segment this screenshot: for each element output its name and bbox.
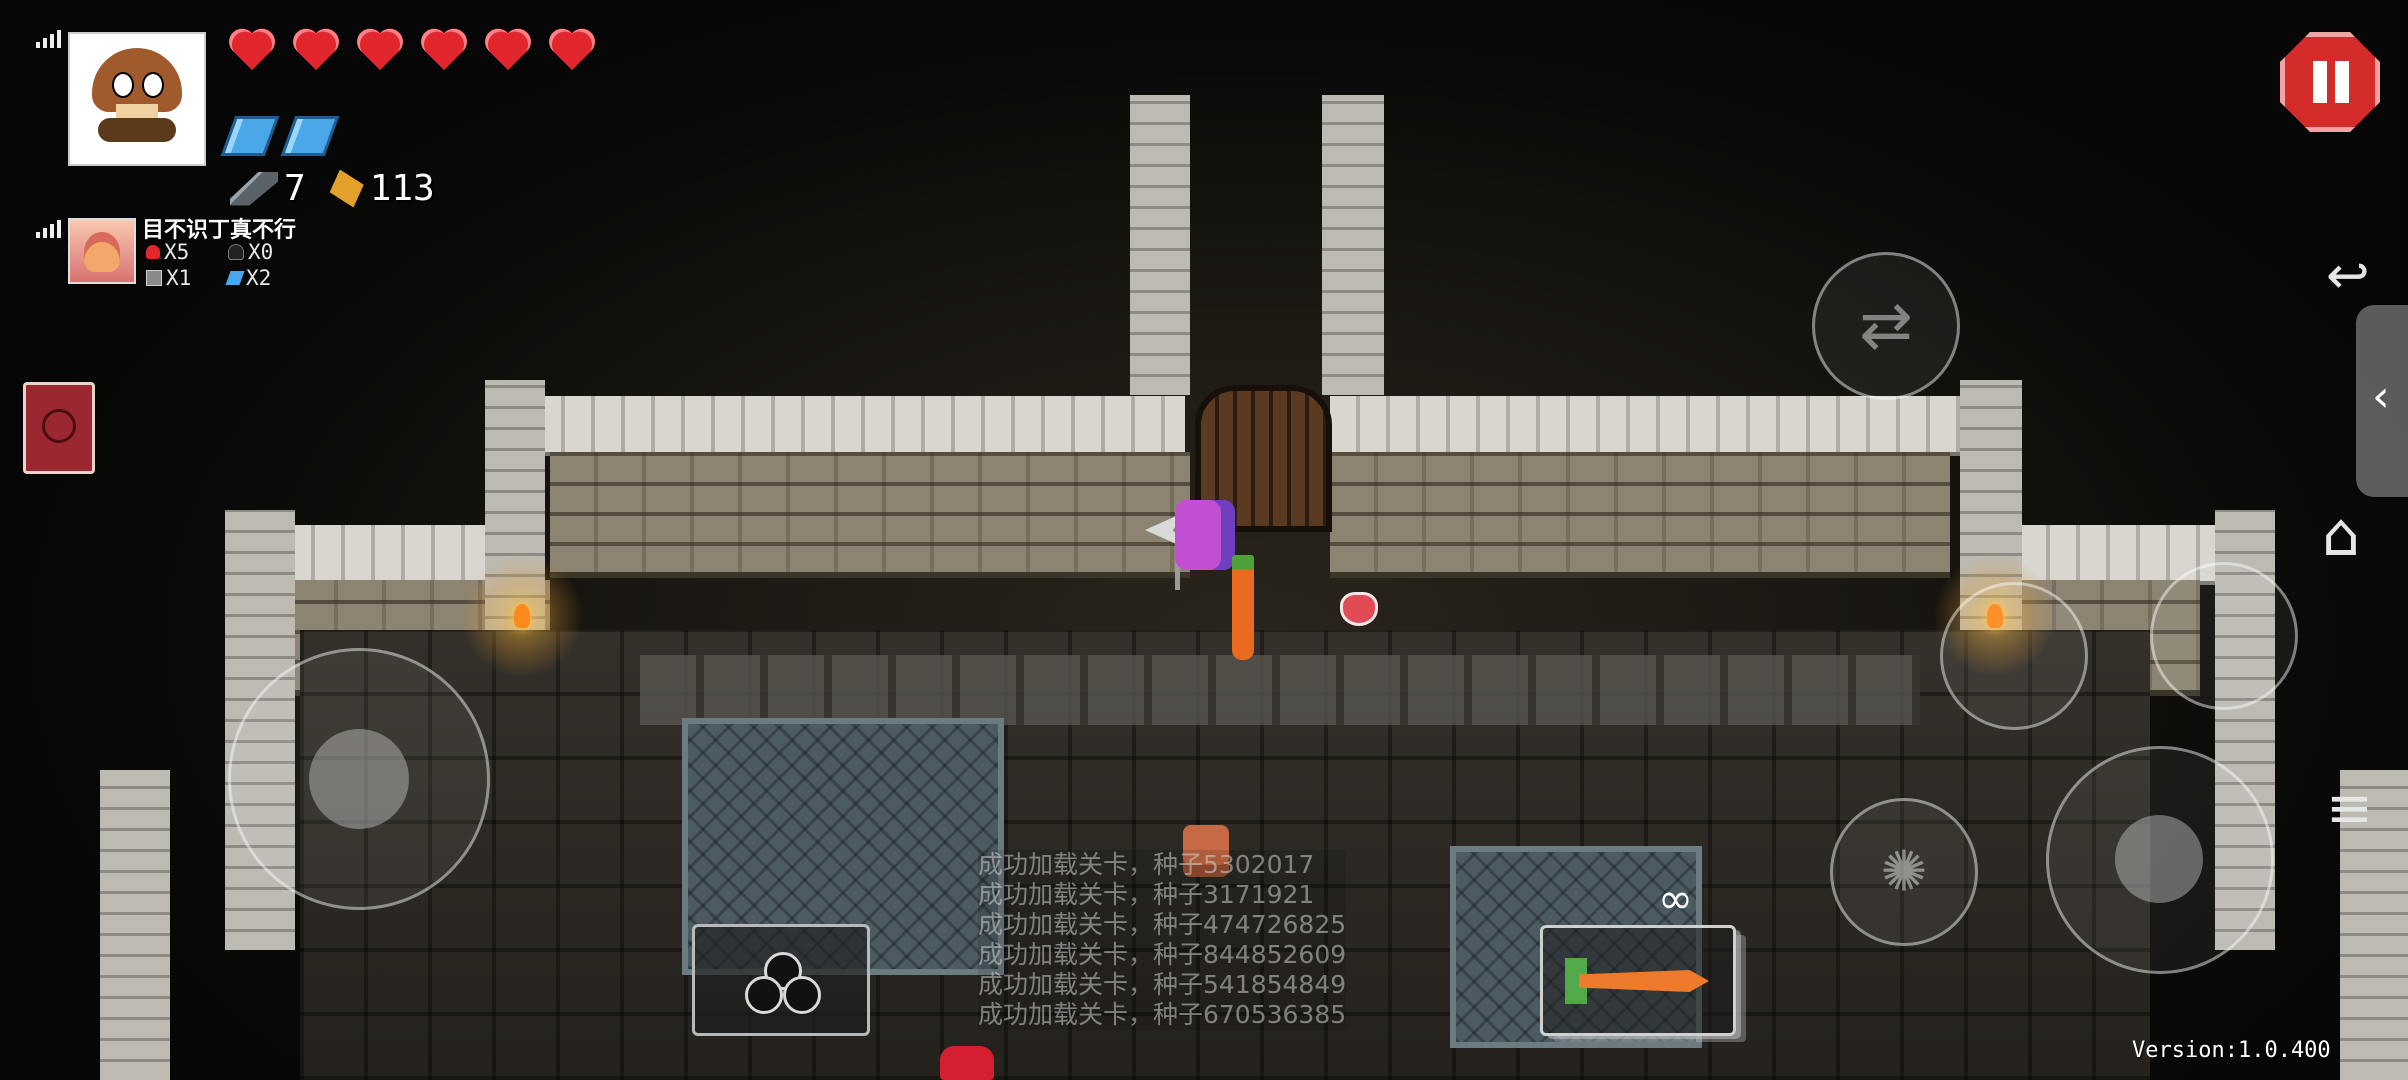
attack-knob[interactable] [2115, 815, 2203, 903]
heart-pickup-icon[interactable] [1340, 592, 1378, 626]
version-label: Version:1.0.400 [2132, 1038, 2331, 1063]
player2-avatar [68, 218, 136, 284]
log-line: 成功加载关卡，种子670536385 [978, 1000, 1347, 1030]
armor-icon [146, 270, 162, 286]
skill-button[interactable]: ✺ [1830, 798, 1978, 946]
joystick-knob[interactable] [309, 729, 409, 829]
shield-gem-icon [225, 271, 245, 285]
menu-icon[interactable]: ≡ [2326, 776, 2373, 841]
player2-black-hearts: X0 [228, 240, 273, 264]
log-line: 成功加载关卡，种子541854849 [978, 970, 1347, 1000]
wall-face-right [1330, 452, 1950, 578]
heart-icon [418, 30, 470, 74]
heart-icon [290, 30, 342, 74]
signal-icon [36, 30, 61, 48]
wall-face-left [550, 452, 1190, 578]
wall-top-right [1330, 396, 1970, 456]
goomba-avatar-icon [92, 48, 182, 148]
corridor-pillar-left [1130, 95, 1190, 395]
infinite-ammo-icon: ∞ [1658, 874, 1693, 923]
corridor-pillar-right [1322, 95, 1384, 395]
player2-shield-gems: X2 [225, 266, 271, 290]
heart-icon [354, 30, 406, 74]
player2-armor: X1 [146, 266, 191, 290]
swap-weapon-icon: ⇄ [1859, 289, 1913, 363]
home-icon[interactable]: ⌂ [2322, 500, 2360, 570]
health-bar [226, 30, 598, 74]
club-card-icon [745, 952, 821, 1014]
chevron-left-icon: ‹ [2368, 371, 2395, 422]
book-icon[interactable] [23, 382, 95, 474]
log-line: 成功加载关卡，种子3171921 [978, 880, 1347, 910]
item-slot[interactable] [692, 924, 870, 1036]
pillar-left-3 [100, 770, 170, 1080]
signal-icon [36, 220, 61, 238]
floor-tile-row [640, 655, 1920, 725]
carrot-blade-icon [1579, 970, 1709, 992]
game-screen: 7 113 目不识丁真不行 X5 X0 X1 X2 ⇄ ✺ ∞ 成功加载关卡，种… [0, 0, 2408, 1080]
bullet-count: 113 [369, 168, 435, 209]
hero-body [1175, 500, 1235, 570]
carrot-sword-icon [1232, 555, 1254, 660]
pause-button[interactable] [2280, 32, 2380, 132]
heart-icon [546, 30, 598, 74]
attack-joystick[interactable] [2046, 746, 2274, 974]
bullet-icon [329, 169, 364, 208]
skill-icon: ✺ [1880, 839, 1928, 905]
side-panel-tab[interactable]: ‹ [2356, 305, 2408, 497]
emote-button-left[interactable] [1940, 582, 2088, 730]
weapon-slot[interactable] [1540, 925, 1736, 1036]
health-drop-icon[interactable] [940, 1046, 994, 1080]
emote-button-right[interactable] [2150, 562, 2298, 710]
player1-avatar [68, 32, 206, 166]
shield-icon [280, 116, 340, 156]
log-line: 成功加载关卡，种子5302017 [978, 850, 1347, 880]
gun-icon [230, 171, 278, 206]
load-log: 成功加载关卡，种子5302017 成功加载关卡，种子3171921 成功加载关卡… [978, 850, 1347, 1030]
heart-icon [226, 30, 278, 74]
heart-icon [482, 30, 534, 74]
back-icon[interactable]: ↩ [2326, 246, 2370, 306]
weapon-ammo-count: 7 [284, 168, 306, 209]
movement-joystick[interactable] [228, 648, 490, 910]
player2-hearts: X5 [146, 240, 189, 264]
shield-bar [220, 116, 340, 156]
log-line: 成功加载关卡，种子474726825 [978, 910, 1347, 940]
black-heart-icon [228, 244, 244, 260]
wall-top-left [505, 396, 1185, 456]
shield-icon [220, 116, 280, 156]
ammo-row: 7 113 [230, 168, 435, 209]
swap-weapon-button[interactable]: ⇄ [1812, 252, 1960, 400]
heart-icon [146, 245, 160, 259]
torch-left [462, 556, 582, 676]
log-line: 成功加载关卡，种子844852609 [978, 940, 1347, 970]
